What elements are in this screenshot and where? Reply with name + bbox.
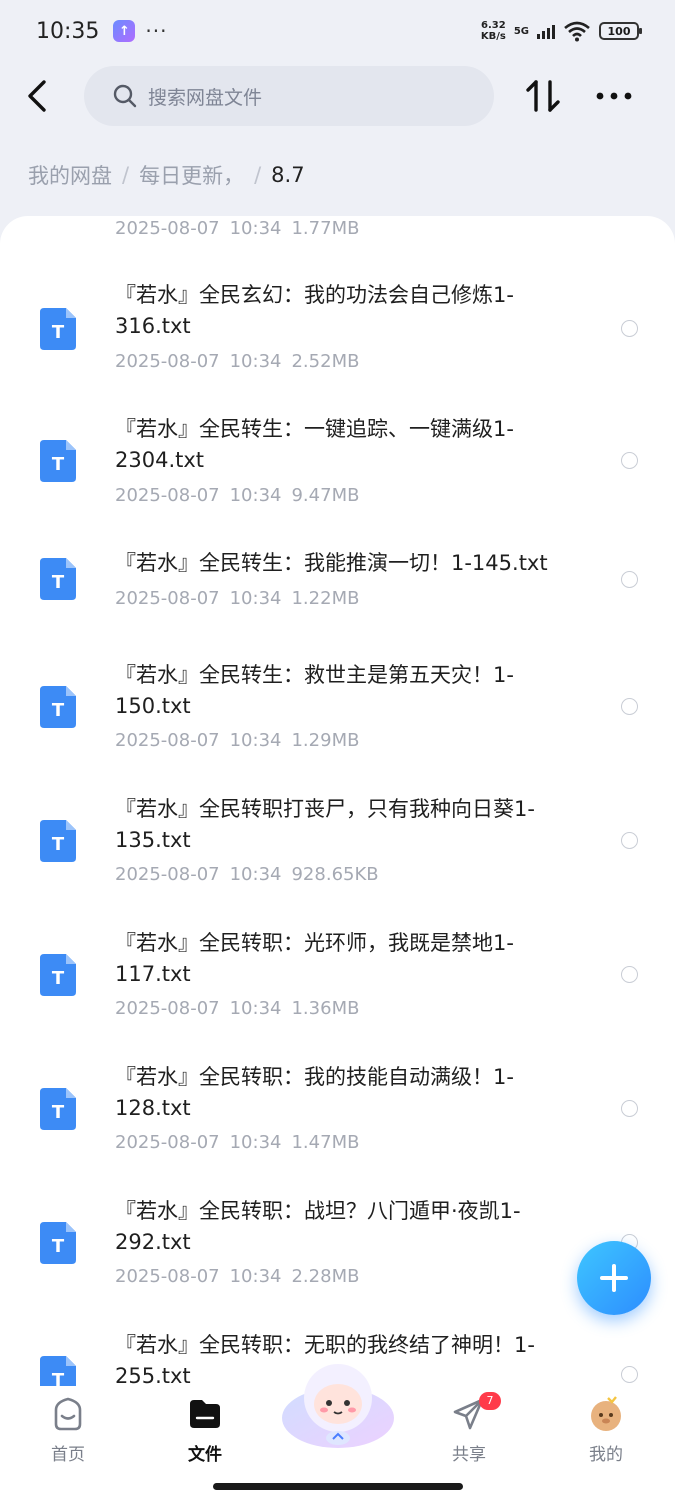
nav-share[interactable]: 7 共享 — [424, 1392, 514, 1465]
file-meta: 2025-08-07 10:34 928.65KB — [115, 864, 379, 885]
select-checkbox[interactable] — [621, 966, 638, 983]
avatar-icon — [591, 1396, 621, 1431]
text-file-icon: T — [40, 1222, 76, 1264]
home-icon — [54, 1397, 82, 1431]
list-item[interactable]: T 『若水』全民转职打丧尸，只有我种向日葵1-135.txt 2025-08-0… — [0, 794, 675, 904]
file-meta: 2025-08-07 10:34 1.47MB — [115, 1132, 360, 1153]
select-checkbox[interactable] — [621, 452, 638, 469]
list-item[interactable]: T 『若水』全民转生：我能推演一切！1-145.txt 2025-08-07 10… — [0, 546, 675, 626]
breadcrumb-separator: / — [254, 163, 262, 187]
breadcrumb-item-daily[interactable]: 每日更新， — [139, 160, 244, 190]
folder-icon — [190, 1400, 220, 1428]
notification-dots: ··· — [145, 19, 168, 43]
status-bar: 10:35 ↑ ··· 6.32 KB/s 5G 100 — [0, 0, 675, 62]
breadcrumb-item-root[interactable]: 我的网盘 — [28, 160, 112, 190]
cell-signal-icon — [537, 23, 555, 39]
text-file-icon: T — [40, 558, 76, 600]
breadcrumb-current: 8.7 — [271, 163, 305, 187]
svg-text:T: T — [52, 322, 65, 343]
list-item[interactable]: 2025-08-07 10:34 1.77MB — [0, 216, 675, 256]
text-file-icon: T — [40, 308, 76, 350]
svg-text:T: T — [52, 1102, 65, 1123]
upload-app-icon: ↑ — [113, 20, 136, 42]
select-checkbox[interactable] — [621, 832, 638, 849]
file-name: 『若水』全民转职：光环师，我既是禁地1-117.txt — [115, 931, 514, 986]
file-meta: 2025-08-07 10:34 1.29MB — [115, 730, 360, 751]
signal-5g-label: 5G — [513, 25, 529, 37]
text-file-icon: T — [40, 1356, 76, 1386]
list-item[interactable]: T 『若水』全民转职：光环师，我既是禁地1-117.txt 2025-08-07… — [0, 928, 675, 1038]
add-button[interactable] — [577, 1241, 651, 1315]
search-input[interactable]: 搜索网盘文件 — [84, 66, 494, 126]
list-item[interactable]: T 『若水』全民转生：救世主是第五天灾！1-150.txt 2025-08-07… — [0, 660, 675, 770]
select-checkbox[interactable] — [621, 1100, 638, 1117]
nav-mine[interactable]: 我的 — [561, 1394, 651, 1465]
svg-text:T: T — [52, 454, 65, 475]
network-speed: 6.32 KB/s — [480, 20, 506, 42]
select-checkbox[interactable] — [621, 698, 638, 715]
sort-icon[interactable] — [524, 78, 562, 114]
home-indicator — [213, 1483, 463, 1490]
svg-text:T: T — [52, 1370, 65, 1386]
breadcrumb: 我的网盘 / 每日更新， / 8.7 — [28, 160, 305, 190]
select-checkbox[interactable] — [621, 571, 638, 588]
wifi-icon — [564, 21, 590, 42]
text-file-icon: T — [40, 820, 76, 862]
plus-icon — [600, 1264, 628, 1292]
file-meta: 2025-08-07 10:34 1.36MB — [115, 998, 360, 1019]
svg-text:T: T — [52, 834, 65, 855]
file-meta: 2025-08-07 10:34 2.28MB — [115, 1266, 360, 1287]
list-item[interactable]: T 『若水』全民转职：我的技能自动满级！1-128.txt 2025-08-07… — [0, 1062, 675, 1172]
status-time: 10:35 — [36, 18, 100, 44]
nav-files[interactable]: 文件 — [160, 1394, 250, 1465]
svg-text:T: T — [52, 1236, 65, 1257]
status-indicators: 6.32 KB/s 5G 100 — [480, 20, 642, 42]
select-checkbox[interactable] — [621, 320, 638, 337]
file-meta: 2025-08-07 10:34 2.52MB — [115, 351, 360, 372]
file-name: 『若水』全民转生：救世主是第五天灾！1-150.txt — [115, 663, 514, 718]
file-meta: 2025-08-07 10:34 9.47MB — [115, 485, 360, 506]
search-icon — [113, 84, 137, 108]
text-file-icon: T — [40, 440, 76, 482]
share-badge: 7 — [479, 1392, 501, 1410]
list-item[interactable]: T 『若水』全民转职：战坦？八门遁甲·夜凯1-292.txt 2025-08-0… — [0, 1196, 675, 1306]
list-item[interactable]: T 『若水』全民转生：一键追踪、一键满级1-2304.txt 2025-08-0… — [0, 412, 675, 522]
text-file-icon: T — [40, 954, 76, 996]
file-list: 2025-08-07 10:34 1.77MB T 『若水』全民玄幻：我的功法会自己… — [0, 216, 675, 1386]
file-name: 『若水』全民转生：一键追踪、一键满级1-2304.txt — [115, 417, 514, 472]
svg-text:T: T — [52, 700, 65, 721]
file-name: 『若水』全民转职：战坦？八门遁甲·夜凯1-292.txt — [115, 1199, 521, 1254]
nav-home[interactable]: 首页 — [23, 1394, 113, 1465]
file-name: 『若水』全民转职：我的技能自动满级！1-128.txt — [115, 1065, 514, 1120]
mascot-icon[interactable] — [278, 1356, 398, 1452]
list-item[interactable]: T 『若水』全民玄幻：我的功法会自己修炼1-316.txt 2025-08-07… — [0, 278, 675, 388]
search-placeholder: 搜索网盘文件 — [148, 86, 263, 109]
select-checkbox[interactable] — [621, 1366, 638, 1383]
text-file-icon: T — [40, 1088, 76, 1130]
header: 搜索网盘文件 — [0, 64, 675, 128]
file-meta: 2025-08-07 10:34 1.22MB — [115, 588, 360, 609]
file-name: 『若水』全民转职打丧尸，只有我种向日葵1-135.txt — [115, 797, 535, 852]
svg-text:T: T — [52, 572, 65, 593]
back-arrow-icon[interactable] — [22, 78, 54, 114]
file-name: 『若水』全民玄幻：我的功法会自己修炼1-316.txt — [115, 283, 514, 338]
breadcrumb-separator: / — [122, 163, 130, 187]
svg-text:T: T — [52, 968, 65, 989]
file-name: 『若水』全民转生：我能推演一切！1-145.txt — [115, 551, 548, 575]
file-meta: 2025-08-07 10:34 1.77MB — [115, 218, 360, 239]
more-icon[interactable] — [594, 78, 634, 114]
text-file-icon: T — [40, 686, 76, 728]
battery-indicator: 100 — [599, 22, 642, 40]
